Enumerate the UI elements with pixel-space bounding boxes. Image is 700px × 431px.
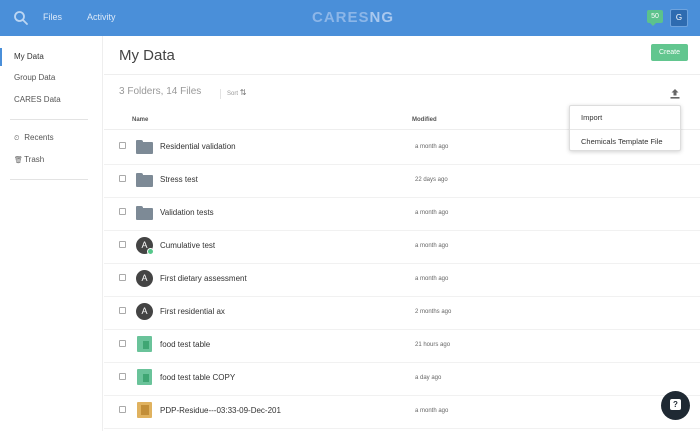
brand-suffix: NG xyxy=(369,9,395,26)
brand-text: CARES xyxy=(312,9,370,26)
title-divider xyxy=(104,74,700,75)
page-title: My Data xyxy=(119,47,175,64)
nav-files[interactable]: Files xyxy=(43,12,62,22)
sort-arrows-icon: ⇅ xyxy=(239,88,247,97)
notifications-badge[interactable]: 50 xyxy=(647,10,663,26)
file-modified: 21 hours ago xyxy=(415,342,451,348)
file-row[interactable]: A First dietary assessment a month ago xyxy=(104,264,700,297)
file-modified: a day ago xyxy=(415,375,442,381)
file-row[interactable]: Validation tests a month ago xyxy=(104,198,700,231)
folder-icon xyxy=(136,138,153,155)
menu-divider xyxy=(570,129,680,130)
file-row[interactable]: A First residential ax 2 months ago xyxy=(104,297,700,330)
file-modified: a month ago xyxy=(415,408,449,414)
main-panel: My Data Create 3 Folders, 14 Files Sort … xyxy=(104,36,700,431)
file-row[interactable]: food test table 21 hours ago xyxy=(104,330,700,363)
assessment-icon: A xyxy=(136,270,153,287)
sidebar-item-recents[interactable]: ⏲ Recents xyxy=(0,129,103,147)
menu-item-import[interactable]: Import xyxy=(581,113,602,122)
sidebar-item-trash[interactable]: 🗑 Trash xyxy=(0,151,103,169)
row-checkbox[interactable] xyxy=(119,307,126,314)
file-name[interactable]: food test table COPY xyxy=(160,373,235,382)
file-name[interactable]: Stress test xyxy=(160,175,198,184)
file-row[interactable]: A Cumulative test a month ago xyxy=(104,231,700,264)
sidebar: My Data Group Data CARES Data ⏲ Recents … xyxy=(0,36,103,431)
clock-icon: ⏲ xyxy=(14,135,20,142)
table-icon xyxy=(136,336,153,353)
menu-item-chemicals-template-file[interactable]: Chemicals Template File xyxy=(581,137,663,146)
file-name[interactable]: First residential ax xyxy=(160,307,225,316)
file-modified: a month ago xyxy=(415,210,449,216)
app-logo[interactable]: CARESNG xyxy=(312,9,394,26)
trash-icon: 🗑 xyxy=(14,157,23,164)
column-header-modified[interactable]: Modified xyxy=(412,117,437,123)
upload-dropdown-menu: Import Chemicals Template File xyxy=(569,105,681,151)
sidebar-divider xyxy=(10,119,88,120)
row-checkbox[interactable] xyxy=(119,373,126,380)
file-row[interactable]: Stress test 22 days ago xyxy=(104,165,700,198)
file-name[interactable]: Validation tests xyxy=(160,208,214,217)
user-avatar-button[interactable]: G xyxy=(670,9,688,27)
file-modified: a month ago xyxy=(415,144,449,150)
file-row[interactable]: food test table COPY a day ago xyxy=(104,363,700,396)
chat-icon: ? xyxy=(670,399,681,410)
assessment-shared-icon: A xyxy=(136,237,154,255)
chat-button[interactable]: ? xyxy=(661,391,690,420)
file-row[interactable]: PDP-Residue---03:33-09-Dec-201 a month a… xyxy=(104,396,700,429)
pdp-file-icon xyxy=(136,402,153,419)
file-modified: a month ago xyxy=(415,243,449,249)
file-modified: 2 months ago xyxy=(415,309,452,315)
nav-activity[interactable]: Activity xyxy=(87,12,116,22)
upload-icon[interactable] xyxy=(669,88,681,100)
create-button[interactable]: Create xyxy=(651,44,688,61)
column-header-name[interactable]: Name xyxy=(132,117,148,123)
sidebar-item-label: Trash xyxy=(24,155,45,164)
search-icon[interactable] xyxy=(13,10,29,26)
row-checkbox[interactable] xyxy=(119,340,126,347)
file-name[interactable]: PDP-Residue---03:33-09-Dec-201 xyxy=(160,406,281,415)
sidebar-item-cares-data[interactable]: CARES Data xyxy=(0,91,103,109)
table-icon xyxy=(136,369,153,386)
file-name[interactable]: First dietary assessment xyxy=(160,274,247,283)
row-checkbox[interactable] xyxy=(119,406,126,413)
folder-icon xyxy=(136,204,153,221)
file-modified: 22 days ago xyxy=(415,177,448,183)
assessment-icon: A xyxy=(136,303,153,320)
sort-button[interactable]: Sort ⇅ xyxy=(220,89,246,99)
row-checkbox[interactable] xyxy=(119,142,126,149)
row-checkbox[interactable] xyxy=(119,241,126,248)
top-navbar: Files Activity CARESNG 50 G xyxy=(0,0,700,36)
file-name[interactable]: Cumulative test xyxy=(160,241,215,250)
row-checkbox[interactable] xyxy=(119,274,126,281)
row-checkbox[interactable] xyxy=(119,175,126,182)
sidebar-item-my-data[interactable]: My Data xyxy=(0,48,103,66)
sidebar-item-group-data[interactable]: Group Data xyxy=(0,69,103,87)
sidebar-divider xyxy=(10,179,88,180)
file-name[interactable]: food test table xyxy=(160,340,210,349)
file-modified: a month ago xyxy=(415,276,449,282)
folder-icon xyxy=(136,171,153,188)
item-count-summary: 3 Folders, 14 Files xyxy=(119,86,202,97)
sidebar-item-label: Recents xyxy=(24,133,54,142)
sort-label: Sort xyxy=(227,91,239,97)
file-name[interactable]: Residential validation xyxy=(160,142,236,151)
row-checkbox[interactable] xyxy=(119,208,126,215)
